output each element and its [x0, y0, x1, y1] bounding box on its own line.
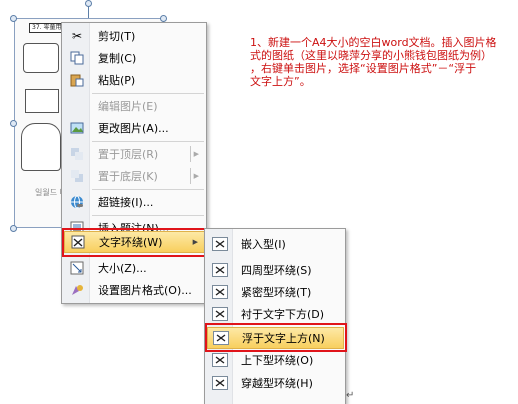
send-to-back-icon [68, 168, 86, 184]
menu-item-paste[interactable]: 粘贴(P) [64, 69, 205, 91]
resize-handle-bl[interactable] [10, 225, 17, 232]
wrap-inline-icon [212, 237, 228, 251]
submenu-item-behind-text[interactable]: 衬于文字下方(D) [207, 303, 344, 325]
menu-item-change-picture[interactable]: 更改图片(A)... [64, 117, 205, 139]
instruction-line: 文字上方”。 [250, 75, 311, 88]
menu-item-label: 置于顶层(R) [98, 148, 159, 161]
format-picture-icon [68, 282, 86, 298]
menu-separator [92, 215, 204, 216]
menu-item-label: 粘贴(P) [98, 74, 136, 87]
size-icon [68, 260, 86, 276]
menu-item-edit-picture: 编辑图片(E) [64, 95, 205, 117]
wrap-tight-icon [212, 285, 228, 299]
menu-item-label: 置于底层(K) [98, 170, 158, 183]
submenu-item-square[interactable]: 四周型环绕(S) [207, 259, 344, 281]
wrap-behind-text-icon [212, 307, 228, 321]
submenu-item-top-bottom[interactable]: 上下型环绕(O) [207, 349, 344, 371]
menu-item-copy[interactable]: 复制(C) [64, 47, 205, 69]
instruction-line: 式的图纸（这里以晓萍分享的小熊钱包图纸为例） [250, 49, 492, 62]
hyperlink-icon [68, 194, 86, 210]
instruction-line: ，右键单击图片，选择“设置图片格式”－“浮于 [250, 62, 477, 75]
submenu-item-label: 嵌入型(I) [241, 238, 286, 251]
menu-item-label: 设置图片格式(O)... [98, 284, 192, 297]
wrap-through-icon [212, 376, 228, 390]
menu-item-label: 编辑图片(E) [98, 100, 158, 113]
paragraph-mark-icon: ↵ [346, 390, 355, 401]
pattern-shape [23, 43, 59, 73]
instruction-text: 1、新建一个A4大小的空白word文档。插入图片格 式的图纸（这里以晓萍分享的小… [250, 36, 510, 88]
wrap-square-icon [212, 263, 228, 277]
menu-item-send-to-back: 置于底层(K) ▶ [64, 165, 205, 187]
submenu-arrow-icon: ▶ [193, 172, 199, 180]
resize-handle-tr[interactable] [160, 15, 167, 22]
copy-icon [68, 50, 86, 66]
submenu-item-inline[interactable]: 嵌入型(I) [207, 233, 344, 255]
split-divider [190, 168, 191, 184]
menu-item-label: 更改图片(A)... [98, 122, 169, 135]
annotation-box-in-front-of-text [205, 323, 347, 352]
menu-item-label: 剪切(T) [98, 30, 136, 43]
resize-handle-tl[interactable] [10, 15, 17, 22]
menu-separator [92, 141, 204, 142]
menu-item-label: 大小(Z)... [98, 262, 147, 275]
rotate-handle[interactable] [85, 0, 92, 7]
submenu-item-label: 四周型环绕(S) [241, 264, 312, 277]
annotation-box-text-wrap [62, 228, 207, 257]
menu-item-cut[interactable]: ✂ 剪切(T) [64, 25, 205, 47]
submenu-arrow-icon: ▶ [193, 150, 199, 158]
submenu-item-tight[interactable]: 紧密型环绕(T) [207, 281, 344, 303]
menu-separator [92, 189, 204, 190]
menu-item-hyperlink[interactable]: 超链接(I)... [64, 191, 205, 213]
text-wrap-submenu: 嵌入型(I) 四周型环绕(S) 紧密型环绕(T) 衬于文字下方(D) 浮于文字上… [204, 228, 346, 404]
menu-item-format-picture[interactable]: 设置图片格式(O)... [64, 279, 205, 301]
menu-item-bring-to-front: 置于顶层(R) ▶ [64, 143, 205, 165]
menu-item-label: 超链接(I)... [98, 196, 154, 209]
wrap-top-bottom-icon [212, 353, 228, 367]
pattern-shape [25, 89, 59, 113]
context-menu: ✂ 剪切(T) 复制(C) 粘贴(P) 编辑图片(E) 更改图片(A)... 置… [61, 22, 207, 304]
resize-handle-ml[interactable] [10, 120, 17, 127]
change-picture-icon [68, 120, 86, 136]
submenu-item-label: 上下型环绕(O) [241, 354, 314, 367]
submenu-item-label: 衬于文字下方(D) [241, 308, 325, 321]
menu-item-size[interactable]: 大小(Z)... [64, 257, 205, 279]
instruction-line: 1、新建一个A4大小的空白word文档。插入图片格 [250, 36, 497, 49]
submenu-item-through[interactable]: 穿越型环绕(H) [207, 372, 344, 394]
submenu-item-label: 紧密型环绕(T) [241, 286, 312, 299]
bring-to-front-icon [68, 146, 86, 162]
split-divider [190, 146, 191, 162]
paste-icon [68, 72, 86, 88]
menu-item-label: 复制(C) [98, 52, 137, 65]
pattern-shape [21, 123, 61, 171]
menu-separator [92, 93, 204, 94]
submenu-item-label: 穿越型环绕(H) [241, 377, 313, 390]
scissors-icon: ✂ [71, 29, 83, 43]
